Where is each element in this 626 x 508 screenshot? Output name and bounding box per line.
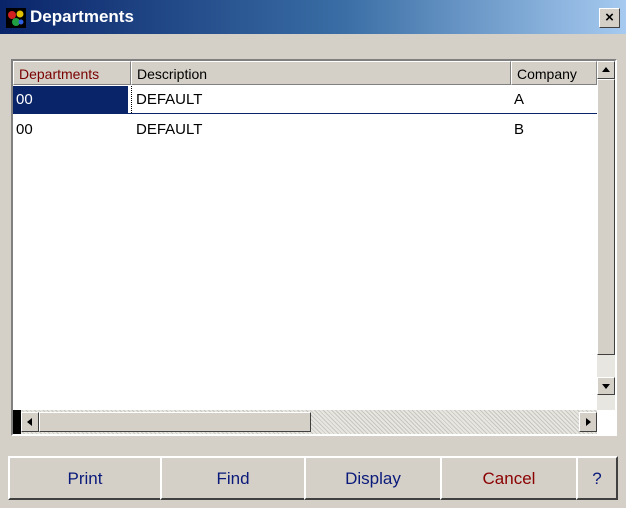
cell-description[interactable]: DEFAULT xyxy=(131,86,511,113)
grid-header: Departments Description Company xyxy=(13,61,597,86)
title-bar: Departments × xyxy=(0,0,626,34)
vertical-scroll-thumb[interactable] xyxy=(597,79,615,355)
scroll-left-button[interactable] xyxy=(21,412,39,432)
print-button[interactable]: Print xyxy=(8,456,162,500)
scroll-right-button[interactable] xyxy=(579,412,597,432)
arrow-right-icon xyxy=(586,418,591,426)
scroll-down-button[interactable] xyxy=(597,377,615,395)
app-icon xyxy=(6,8,26,28)
cell-description[interactable]: DEFAULT xyxy=(131,116,511,143)
column-header-company[interactable]: Company xyxy=(511,61,597,85)
cell-department[interactable]: 00 xyxy=(13,86,128,113)
window-title: Departments xyxy=(30,7,134,26)
cell-department[interactable]: 00 xyxy=(13,116,128,143)
help-button[interactable]: ? xyxy=(576,456,618,500)
arrow-up-icon xyxy=(602,67,610,72)
cancel-button[interactable]: Cancel xyxy=(440,456,578,500)
scroll-corner xyxy=(597,410,615,434)
vertical-scrollbar[interactable] xyxy=(597,61,615,411)
table-row[interactable]: 00 DEFAULT B xyxy=(13,116,597,143)
arrow-left-icon xyxy=(27,418,32,426)
cell-company[interactable]: A xyxy=(511,86,597,113)
table-row[interactable]: 00 DEFAULT A xyxy=(13,86,597,114)
arrow-down-icon xyxy=(602,384,610,389)
close-icon: × xyxy=(605,9,614,26)
column-header-description[interactable]: Description xyxy=(131,61,511,85)
display-button[interactable]: Display xyxy=(304,456,442,500)
departments-grid[interactable]: Departments Description Company 00 DEFAU… xyxy=(11,59,617,436)
find-button[interactable]: Find xyxy=(160,456,306,500)
cell-company[interactable]: B xyxy=(511,116,597,143)
column-header-departments[interactable]: Departments xyxy=(13,61,131,85)
scroll-up-button[interactable] xyxy=(597,61,615,79)
horizontal-scroll-thumb[interactable] xyxy=(39,412,311,432)
close-button[interactable]: × xyxy=(599,8,620,28)
horizontal-scrollbar[interactable] xyxy=(13,410,597,434)
